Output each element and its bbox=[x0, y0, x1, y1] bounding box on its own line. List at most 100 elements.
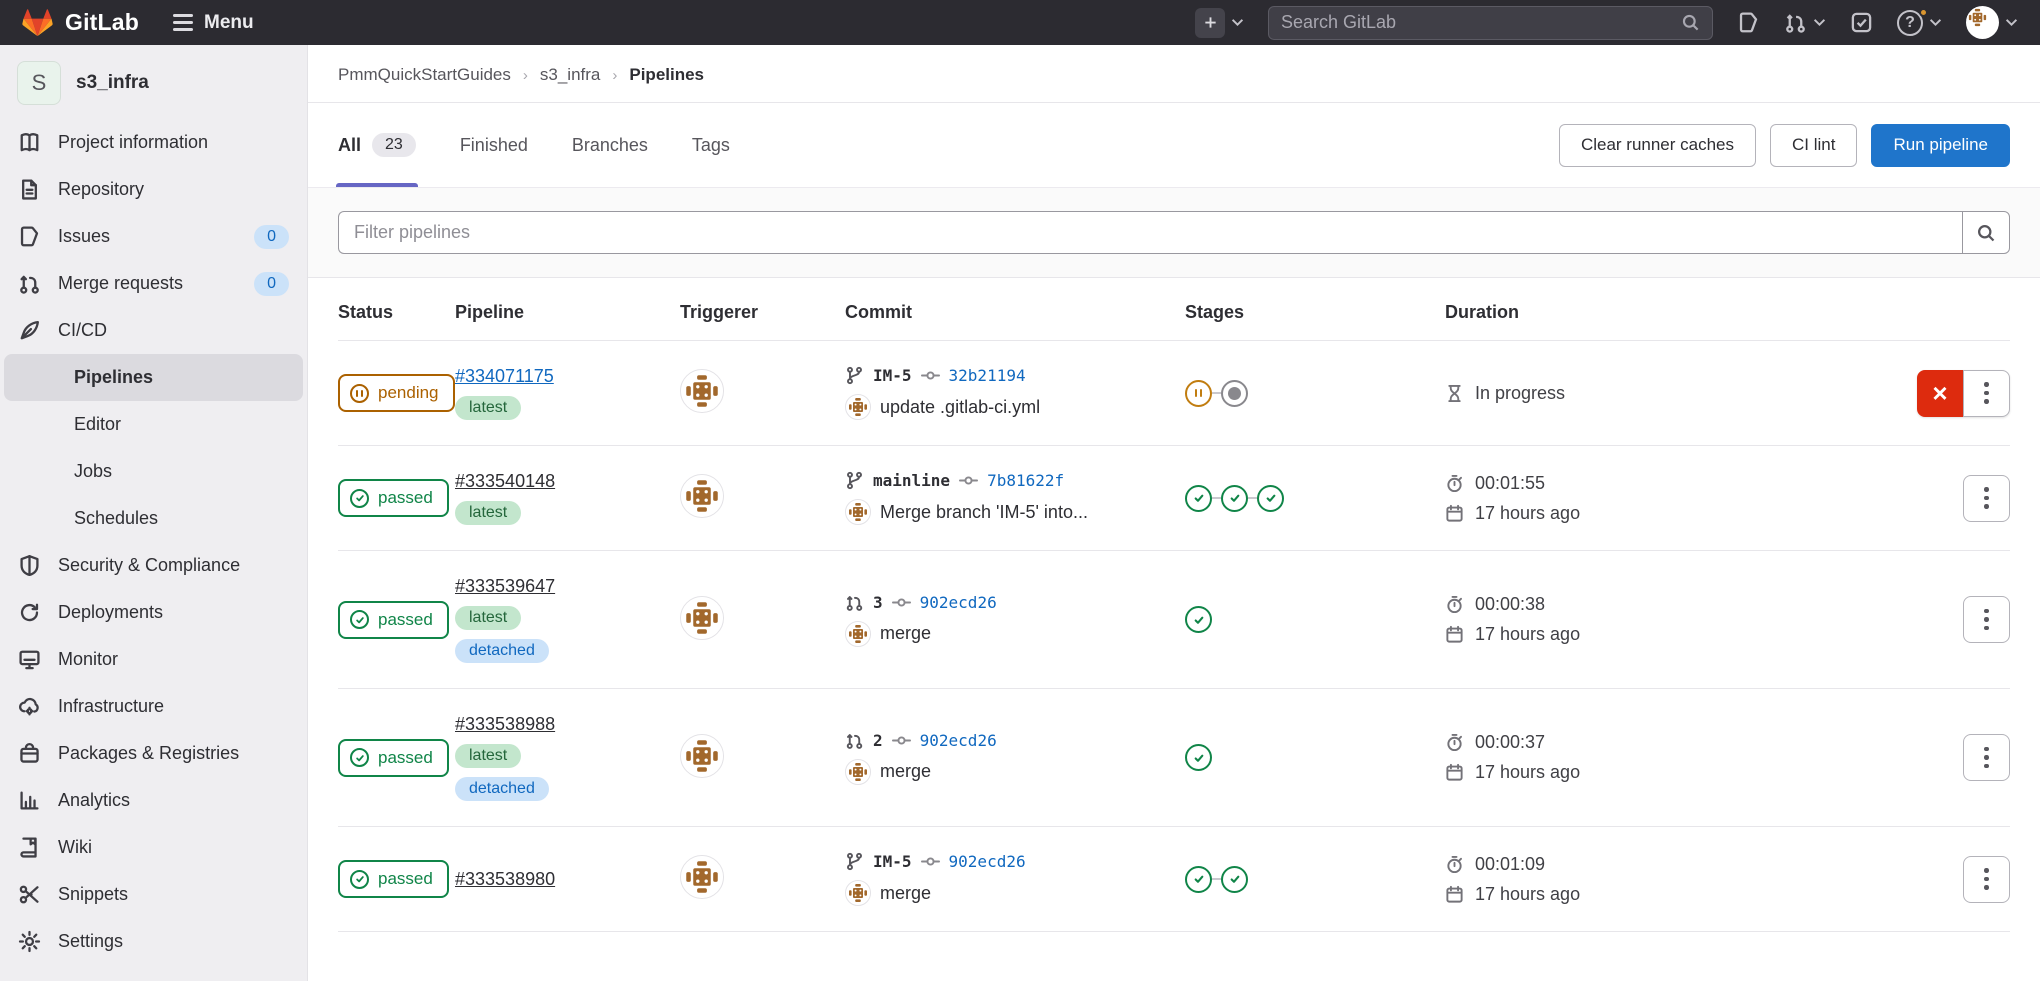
breadcrumb-project-link[interactable]: s3_infra bbox=[540, 65, 600, 85]
sidebar-item-schedules[interactable]: Schedules bbox=[0, 495, 307, 542]
commit-sha-link[interactable]: 7b81622f bbox=[987, 471, 1064, 490]
pipeline-actions-kebab-button[interactable] bbox=[1963, 475, 2010, 522]
wiki-icon bbox=[18, 836, 41, 859]
sidebar-item-jobs[interactable]: Jobs bbox=[0, 448, 307, 495]
run-pipeline-button[interactable]: Run pipeline bbox=[1871, 124, 2010, 167]
time-ago: 17 hours ago bbox=[1475, 503, 1580, 524]
gitlab-home-link[interactable]: GitLab bbox=[22, 8, 139, 37]
pipeline-id-link[interactable]: #333538980 bbox=[455, 869, 555, 890]
stages-cell bbox=[1185, 744, 1445, 771]
pipeline-status-badge[interactable]: passed bbox=[338, 739, 449, 777]
pipeline-status-badge[interactable]: passed bbox=[338, 479, 449, 517]
user-menu-button[interactable] bbox=[1966, 6, 2018, 39]
merge-request-icon bbox=[18, 272, 41, 295]
ref-link[interactable]: mainline bbox=[873, 471, 950, 490]
tab-all[interactable]: All 23 bbox=[338, 103, 416, 187]
status-label: passed bbox=[378, 610, 433, 630]
stage-pending-icon[interactable] bbox=[1185, 380, 1212, 407]
duration-value: 00:01:09 bbox=[1475, 854, 1545, 875]
triggerer-avatar[interactable] bbox=[680, 369, 724, 413]
pipeline-id-link[interactable]: #333540148 bbox=[455, 471, 555, 492]
sidebar-item-security-compliance[interactable]: Security & Compliance bbox=[0, 542, 307, 589]
pipeline-id-link[interactable]: #333539647 bbox=[455, 576, 555, 597]
commit-sha-link[interactable]: 902ecd26 bbox=[949, 852, 1026, 871]
filter-search-button[interactable] bbox=[1962, 211, 2010, 254]
cancel-pipeline-button[interactable]: × bbox=[1917, 370, 1963, 417]
sidebar-item-wiki[interactable]: Wiki bbox=[0, 824, 307, 871]
committer-avatar bbox=[845, 621, 871, 647]
breadcrumb-group-link[interactable]: PmmQuickStartGuides bbox=[338, 65, 511, 85]
sidebar-item-issues[interactable]: Issues0 bbox=[0, 213, 307, 260]
sidebar-item-project-information[interactable]: Project information bbox=[0, 119, 307, 166]
stage-passed-icon[interactable] bbox=[1221, 485, 1248, 512]
pipeline-id-link[interactable]: #334071175 bbox=[455, 366, 554, 387]
todos-nav-button[interactable] bbox=[1850, 11, 1873, 34]
stage-passed-icon[interactable] bbox=[1257, 485, 1284, 512]
sidebar-item-packages-registries[interactable]: Packages & Registries bbox=[0, 730, 307, 777]
stage-passed-icon[interactable] bbox=[1185, 866, 1212, 893]
filter-pipelines-input[interactable] bbox=[338, 211, 1962, 254]
pipeline-actions-kebab-button[interactable] bbox=[1963, 856, 2010, 903]
sidebar-item-label: Deployments bbox=[58, 602, 163, 623]
sidebar-project-link[interactable]: S s3_infra bbox=[0, 45, 307, 119]
sidebar-item-monitor[interactable]: Monitor bbox=[0, 636, 307, 683]
triggerer-avatar[interactable] bbox=[680, 474, 724, 518]
stage-created-icon[interactable] bbox=[1221, 380, 1248, 407]
sidebar-item-repository[interactable]: Repository bbox=[0, 166, 307, 213]
stage-passed-icon[interactable] bbox=[1221, 866, 1248, 893]
ci-lint-button[interactable]: CI lint bbox=[1770, 124, 1857, 167]
duration-cell: 00:00:37 17 hours ago bbox=[1445, 732, 1898, 783]
sidebar-item-ci-cd[interactable]: CI/CD bbox=[0, 307, 307, 354]
issues-nav-button[interactable] bbox=[1737, 11, 1760, 34]
ref-link[interactable]: IM-5 bbox=[873, 366, 912, 385]
tab-branches[interactable]: Branches bbox=[572, 103, 648, 187]
commit-message-link[interactable]: update .gitlab-ci.yml bbox=[880, 397, 1040, 418]
commit-message-link[interactable]: merge bbox=[880, 761, 931, 782]
pipeline-actions-kebab-button[interactable] bbox=[1963, 734, 2010, 781]
stage-passed-icon[interactable] bbox=[1185, 744, 1212, 771]
cloud-gear-icon bbox=[18, 695, 41, 718]
commit-message-link[interactable]: Merge branch 'IM-5' into... bbox=[880, 502, 1088, 523]
duration-value: In progress bbox=[1475, 383, 1565, 404]
sidebar-item-snippets[interactable]: Snippets bbox=[0, 871, 307, 918]
menu-label: Menu bbox=[204, 12, 254, 34]
ref-link[interactable]: 2 bbox=[873, 731, 883, 750]
sidebar-item-deployments[interactable]: Deployments bbox=[0, 589, 307, 636]
commit-message-link[interactable]: merge bbox=[880, 623, 931, 644]
merge-requests-nav-button[interactable] bbox=[1784, 11, 1826, 34]
ref-link[interactable]: IM-5 bbox=[873, 852, 912, 871]
commit-message-link[interactable]: merge bbox=[880, 883, 931, 904]
global-search-input[interactable] bbox=[1281, 12, 1681, 33]
stage-passed-icon[interactable] bbox=[1185, 485, 1212, 512]
project-name: s3_infra bbox=[76, 72, 149, 94]
column-header-pipeline: Pipeline bbox=[455, 302, 680, 323]
commit-sha-link[interactable]: 902ecd26 bbox=[920, 593, 997, 612]
new-menu-button[interactable] bbox=[1195, 8, 1244, 38]
commit-sha-link[interactable]: 902ecd26 bbox=[920, 731, 997, 750]
sidebar-item-merge-requests[interactable]: Merge requests0 bbox=[0, 260, 307, 307]
stage-passed-icon[interactable] bbox=[1185, 606, 1212, 633]
clear-runner-caches-button[interactable]: Clear runner caches bbox=[1559, 124, 1756, 167]
help-nav-button[interactable]: ? bbox=[1897, 10, 1942, 36]
sidebar-item-label: Monitor bbox=[58, 649, 118, 670]
tab-tags[interactable]: Tags bbox=[692, 103, 730, 187]
triggerer-avatar[interactable] bbox=[680, 596, 724, 640]
menu-button[interactable]: Menu bbox=[173, 12, 254, 34]
tab-finished[interactable]: Finished bbox=[460, 103, 528, 187]
commit-sha-link[interactable]: 32b21194 bbox=[949, 366, 1026, 385]
sidebar-item-editor[interactable]: Editor bbox=[0, 401, 307, 448]
ref-link[interactable]: 3 bbox=[873, 593, 883, 612]
pipeline-actions-kebab-button[interactable] bbox=[1963, 596, 2010, 643]
sidebar-item-analytics[interactable]: Analytics bbox=[0, 777, 307, 824]
sidebar-item-infrastructure[interactable]: Infrastructure bbox=[0, 683, 307, 730]
pipeline-status-badge[interactable]: passed bbox=[338, 601, 449, 639]
sidebar-item-pipelines[interactable]: Pipelines bbox=[4, 354, 303, 401]
triggerer-avatar[interactable] bbox=[680, 734, 724, 778]
committer-avatar bbox=[845, 880, 871, 906]
pipeline-actions-kebab-button[interactable] bbox=[1963, 370, 2010, 417]
triggerer-avatar[interactable] bbox=[680, 855, 724, 899]
sidebar-item-settings[interactable]: Settings bbox=[0, 918, 307, 965]
pipeline-id-link[interactable]: #333538988 bbox=[455, 714, 555, 735]
pipeline-status-badge[interactable]: pending bbox=[338, 374, 455, 412]
pipeline-status-badge[interactable]: passed bbox=[338, 860, 449, 898]
